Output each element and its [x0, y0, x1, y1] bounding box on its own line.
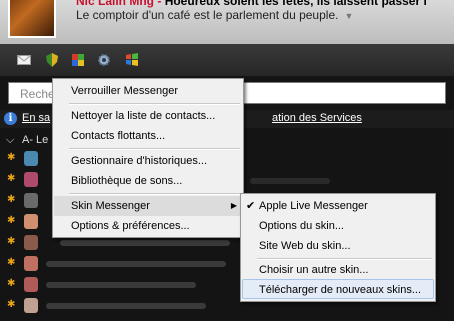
contact-text	[250, 178, 330, 184]
chevron-down-icon[interactable]: ▼	[344, 11, 353, 21]
favorite-star-icon: ✱	[7, 257, 16, 268]
menu-item-floating-contacts[interactable]: Contacts flottants...	[54, 126, 242, 146]
contact-avatar	[24, 298, 38, 313]
menu-item-label: Gestionnaire d'historiques...	[71, 155, 208, 167]
contact-text	[60, 240, 230, 246]
favorite-star-icon: ✱	[7, 236, 16, 247]
menu-item-label: Choisir un autre skin...	[259, 264, 369, 276]
gear-icon[interactable]	[96, 53, 112, 67]
menu-item-skin-messenger[interactable]: Skin Messenger ▶	[54, 196, 242, 216]
contact-group-label: A- Le	[22, 134, 49, 146]
submenu-arrow-icon: ▶	[230, 201, 237, 210]
menu-item-label: Skin Messenger	[71, 200, 150, 212]
info-icon: i	[4, 112, 17, 125]
contact-text	[46, 261, 226, 267]
favorite-star-icon: ✱	[7, 215, 16, 226]
menu-item-download-skins[interactable]: Télécharger de nouveaux skins...	[242, 279, 434, 299]
info-link-right[interactable]: ation des Services	[272, 112, 362, 124]
menu-separator	[69, 148, 240, 150]
menu-item-lock-messenger[interactable]: Verrouiller Messenger	[54, 81, 242, 101]
windows-icon[interactable]	[124, 53, 140, 67]
contact-text	[46, 282, 196, 288]
chevron-down-icon[interactable]: ⌵	[6, 134, 14, 147]
display-name[interactable]: Nic Lalln Mng - Hoeureux soient les fête…	[76, 0, 427, 8]
avatar[interactable]	[8, 0, 56, 38]
contact-avatar	[24, 256, 38, 271]
menu-item-history-manager[interactable]: Gestionnaire d'historiques...	[54, 151, 242, 171]
info-link-left[interactable]: En sa	[22, 112, 50, 124]
menu-item-label: Télécharger de nouveaux skins...	[259, 284, 422, 296]
menu-item-choose-skin[interactable]: Choisir un autre skin...	[242, 260, 434, 280]
menu-item-label: Options du skin...	[259, 220, 344, 232]
menu-item-label: Site Web du skin...	[259, 240, 351, 252]
contact-avatar	[24, 277, 38, 292]
favorite-star-icon: ✱	[7, 278, 16, 289]
personal-message[interactable]: Le comptoir d'un café est le parlement d…	[76, 8, 353, 22]
menu-item-skin-website[interactable]: Site Web du skin...	[242, 236, 434, 256]
menu-item-options[interactable]: Options & préférences...	[54, 216, 242, 236]
menu-item-label: Nettoyer la liste de contacts...	[71, 110, 216, 122]
menu-separator	[69, 193, 240, 195]
search-placeholder: Reche	[20, 87, 55, 101]
shield-icon[interactable]	[44, 53, 60, 67]
menu-item-label: Bibliothèque de sons...	[71, 175, 183, 187]
menu-item-label: Verrouiller Messenger	[71, 85, 178, 97]
menu-separator	[69, 103, 240, 105]
display-name-text: Hoeureux soient les fêtes, ils laissent …	[164, 0, 427, 8]
checkmark-icon: ✔	[246, 200, 256, 212]
favorite-star-icon: ✱	[7, 152, 16, 163]
favorite-star-icon: ✱	[7, 299, 16, 310]
contact-text	[46, 303, 206, 309]
menu-item-apple-live-messenger[interactable]: ✔ Apple Live Messenger	[242, 196, 434, 216]
contact-avatar	[24, 172, 38, 187]
contact-avatar	[24, 235, 38, 250]
menu-item-label: Apple Live Messenger	[259, 200, 368, 212]
main-menu: Verrouiller Messenger Nettoyer la liste …	[52, 78, 244, 238]
personal-message-text: Le comptoir d'un café est le parlement d…	[76, 8, 339, 22]
skin-submenu: ✔ Apple Live Messenger Options du skin...…	[240, 193, 436, 302]
menu-item-clean-contacts[interactable]: Nettoyer la liste de contacts...	[54, 106, 242, 126]
favorite-star-icon: ✱	[7, 173, 16, 184]
contact-avatar	[24, 193, 38, 208]
menu-item-label: Contacts flottants...	[71, 130, 166, 142]
contact-avatar	[24, 214, 38, 229]
menu-item-sound-library[interactable]: Bibliothèque de sons...	[54, 171, 242, 191]
menu-item-label: Options & préférences...	[71, 220, 190, 232]
profile-header: Nic Lalln Mng - Hoeureux soient les fête…	[0, 0, 454, 44]
display-name-prefix: Nic Lalln Mng -	[76, 0, 162, 8]
menu-item-skin-options[interactable]: Options du skin...	[242, 216, 434, 236]
favorite-star-icon: ✱	[7, 194, 16, 205]
toolbar	[0, 44, 454, 76]
mail-icon[interactable]	[16, 53, 32, 67]
contact-avatar	[24, 151, 38, 166]
shield-icon-2[interactable]	[70, 53, 86, 67]
